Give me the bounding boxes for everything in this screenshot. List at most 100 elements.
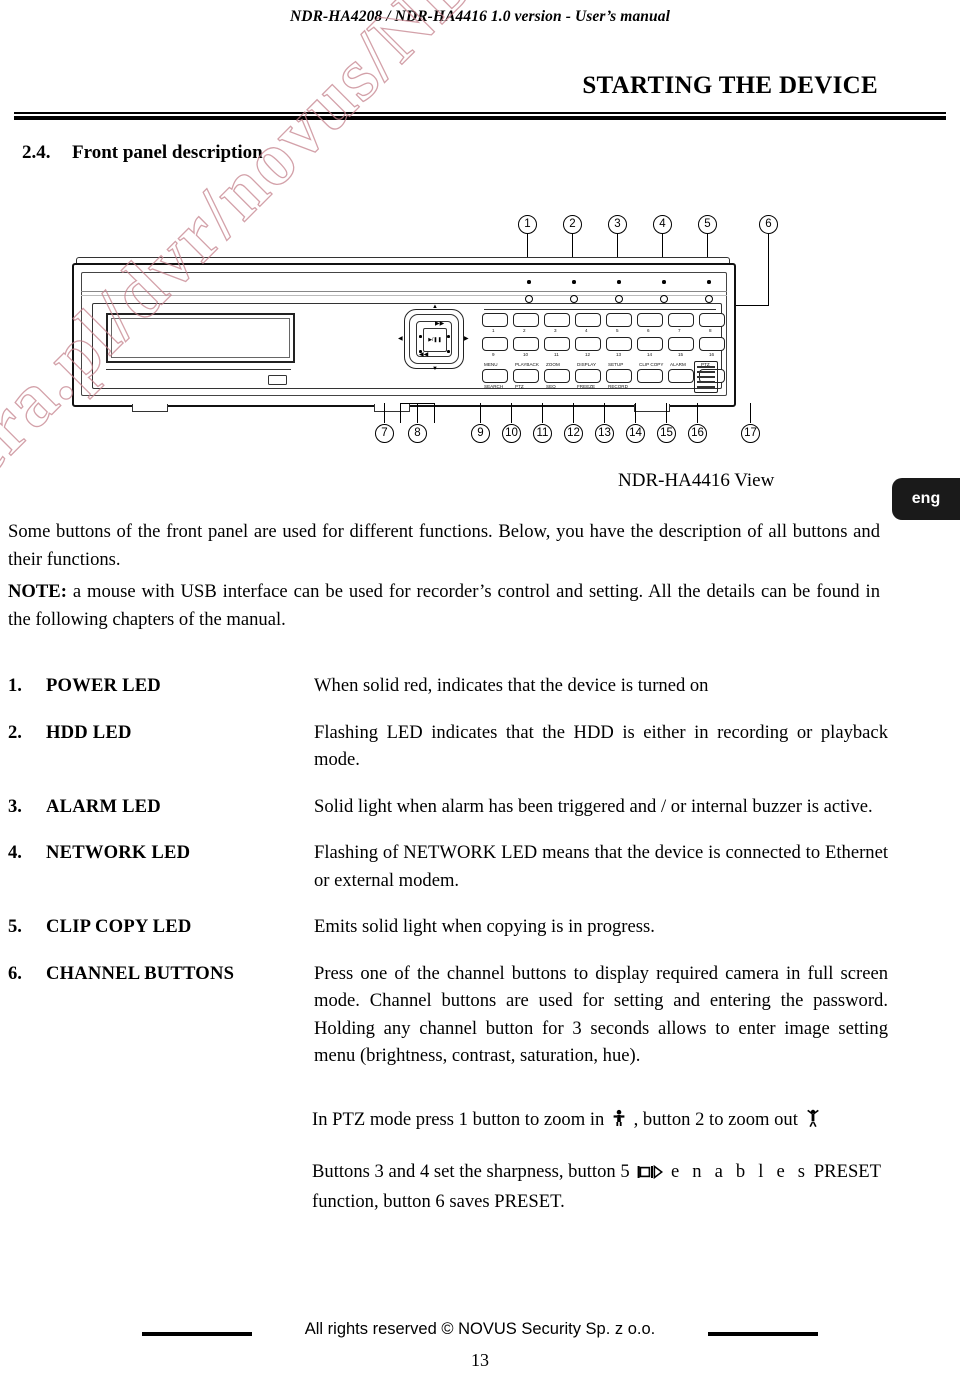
definition-row: 3. ALARM LED Solid light when alarm has … bbox=[8, 793, 888, 821]
channel-label-3: 3 bbox=[554, 328, 557, 333]
function-label-setup: SETUP bbox=[608, 362, 624, 367]
leader-line-11 bbox=[542, 403, 544, 423]
function-label-playback: PLAYBACK bbox=[515, 362, 539, 367]
channel-button-16[interactable] bbox=[699, 337, 725, 351]
channel-label-14: 14 bbox=[647, 352, 653, 357]
front-display-inner bbox=[111, 318, 290, 358]
network-led-indicator bbox=[660, 295, 668, 303]
leader-line-15 bbox=[666, 403, 668, 423]
function-label-clip-copy: CLIP COPY bbox=[639, 362, 664, 367]
clip-copy-led-mark bbox=[707, 280, 711, 284]
channel-button-5[interactable] bbox=[606, 313, 632, 327]
channel-button-14[interactable] bbox=[637, 337, 663, 351]
definition-term: ALARM LED bbox=[46, 795, 161, 817]
zoom-out-figure-icon bbox=[806, 1108, 820, 1136]
intro-paragraph: Some buttons of the front panel are used… bbox=[8, 521, 880, 570]
definition-description: Press one of the channel buttons to disp… bbox=[314, 962, 888, 1067]
function-button-clip-copy[interactable] bbox=[637, 369, 663, 383]
leader-line-14 bbox=[635, 403, 637, 423]
chassis-foot-right bbox=[634, 404, 670, 412]
function-sublabel-record: RECORD bbox=[608, 384, 628, 389]
function-button-menu[interactable] bbox=[482, 369, 508, 383]
function-button-playback[interactable] bbox=[513, 369, 539, 383]
channel-label-11: 11 bbox=[554, 352, 559, 357]
channel-label-5: 5 bbox=[616, 328, 619, 333]
callout-12: 12 bbox=[564, 424, 583, 443]
channel-label-13: 13 bbox=[616, 352, 622, 357]
subsection-heading: 2.4. Front panel description bbox=[22, 142, 263, 164]
jog-shuttle-dial[interactable] bbox=[694, 361, 718, 393]
channel-button-6[interactable] bbox=[637, 313, 663, 327]
figure-caption: NDR-HA4416 View bbox=[618, 470, 775, 491]
channel-button-10[interactable] bbox=[513, 337, 539, 351]
function-button-setup[interactable] bbox=[606, 369, 632, 383]
ir-receiver-port bbox=[268, 375, 287, 385]
function-button-zoom[interactable] bbox=[544, 369, 570, 383]
channel-grid-top-line bbox=[484, 309, 716, 311]
channel-label-6: 6 bbox=[647, 328, 650, 333]
function-sublabel-ptz: PTZ bbox=[515, 384, 524, 389]
page-number: 13 bbox=[471, 1350, 489, 1370]
page-title: STARTING THE DEVICE bbox=[582, 72, 878, 99]
navpad-dot-right bbox=[447, 335, 450, 338]
definition-row: 4. NETWORK LED Flashing of NETWORK LED m… bbox=[8, 839, 888, 894]
navpad-fastforward-icon: ▶▶ bbox=[435, 321, 445, 327]
channel-label-4: 4 bbox=[585, 328, 588, 333]
channel-button-9[interactable] bbox=[482, 337, 508, 351]
definition-description: Flashing LED indicates that the HDD is e… bbox=[314, 721, 888, 771]
zoom-in-figure-icon bbox=[612, 1108, 626, 1136]
ptz-line-1: In PTZ mode press 1 button to zoom in , … bbox=[312, 1106, 890, 1136]
channel-label-12: 12 bbox=[585, 352, 591, 357]
preset-icon bbox=[637, 1160, 664, 1188]
channel-button-11[interactable] bbox=[544, 337, 570, 351]
definition-description: When solid red, indicates that the devic… bbox=[314, 675, 709, 696]
channel-button-4[interactable] bbox=[575, 313, 601, 327]
drive-bay-slot bbox=[106, 369, 291, 371]
channel-button-2[interactable] bbox=[513, 313, 539, 327]
function-sublabel-search: SEARCH bbox=[484, 384, 504, 389]
function-button-display[interactable] bbox=[575, 369, 601, 383]
channel-button-13[interactable] bbox=[606, 337, 632, 351]
channel-label-1: 1 bbox=[492, 328, 495, 333]
function-sublabel-freeze: FREEZE bbox=[577, 384, 596, 389]
leader-line-6 bbox=[768, 234, 770, 306]
channel-label-7: 7 bbox=[678, 328, 681, 333]
navpad-left-arrow-icon: ◀ bbox=[398, 336, 403, 342]
bezel-band-upper bbox=[81, 291, 727, 293]
function-button-alarm[interactable] bbox=[668, 369, 694, 383]
channel-button-12[interactable] bbox=[575, 337, 601, 351]
callout-6: 6 bbox=[759, 215, 778, 234]
callout-14: 14 bbox=[626, 424, 645, 443]
channel-label-8: 8 bbox=[709, 328, 712, 333]
leader-line-8a bbox=[400, 403, 402, 423]
definition-term: HDD LED bbox=[46, 721, 132, 743]
ptz-text-zoom-in: In PTZ mode press 1 button to zoom in bbox=[312, 1109, 605, 1130]
device-chassis: ▶/❚❚ ▲ ▼ ◀ ▶ ▶▶ ◀◀ 1 2 3 4 5 6 7 8 9 10 … bbox=[72, 263, 736, 412]
navpad-center-button: ▶/❚❚ bbox=[423, 328, 447, 352]
definition-term: CHANNEL BUTTONS bbox=[46, 962, 235, 984]
network-led-mark bbox=[662, 280, 666, 284]
navpad-dot-bottomleft bbox=[419, 350, 422, 353]
function-label-zoom: ZOOM bbox=[546, 362, 560, 367]
front-panel-figure: 1 2 3 4 5 6 ▶/❚❚ ▲ ▼ ◀ ▶ ▶▶ ◀◀ 1 2 3 4 5… bbox=[60, 205, 778, 455]
channel-button-1[interactable] bbox=[482, 313, 508, 327]
leader-line-8b bbox=[417, 403, 419, 423]
definition-index: 5. bbox=[8, 916, 22, 938]
callout-7: 7 bbox=[375, 424, 394, 443]
chassis-foot-center bbox=[374, 404, 410, 412]
channel-button-8[interactable] bbox=[699, 313, 725, 327]
ptz-text-zoom-out: , button 2 to zoom out bbox=[633, 1109, 798, 1130]
definition-index: 6. bbox=[8, 962, 22, 984]
definition-row: 2. HDD LED Flashing LED indicates that t… bbox=[8, 719, 888, 774]
definition-description: Emits solid light when copying is in pro… bbox=[314, 916, 655, 938]
channel-button-15[interactable] bbox=[668, 337, 694, 351]
callout-15: 15 bbox=[657, 424, 676, 443]
channel-button-7[interactable] bbox=[668, 313, 694, 327]
callout-3: 3 bbox=[608, 215, 627, 234]
leader-line-8c bbox=[434, 403, 436, 423]
ptz-line-2: Buttons 3 and 4 set the sharpness, butto… bbox=[312, 1158, 890, 1216]
channel-label-16: 16 bbox=[709, 352, 715, 357]
channel-button-3[interactable] bbox=[544, 313, 570, 327]
subsection-number: 2.4. bbox=[22, 142, 51, 163]
leader-line-16 bbox=[697, 403, 699, 423]
